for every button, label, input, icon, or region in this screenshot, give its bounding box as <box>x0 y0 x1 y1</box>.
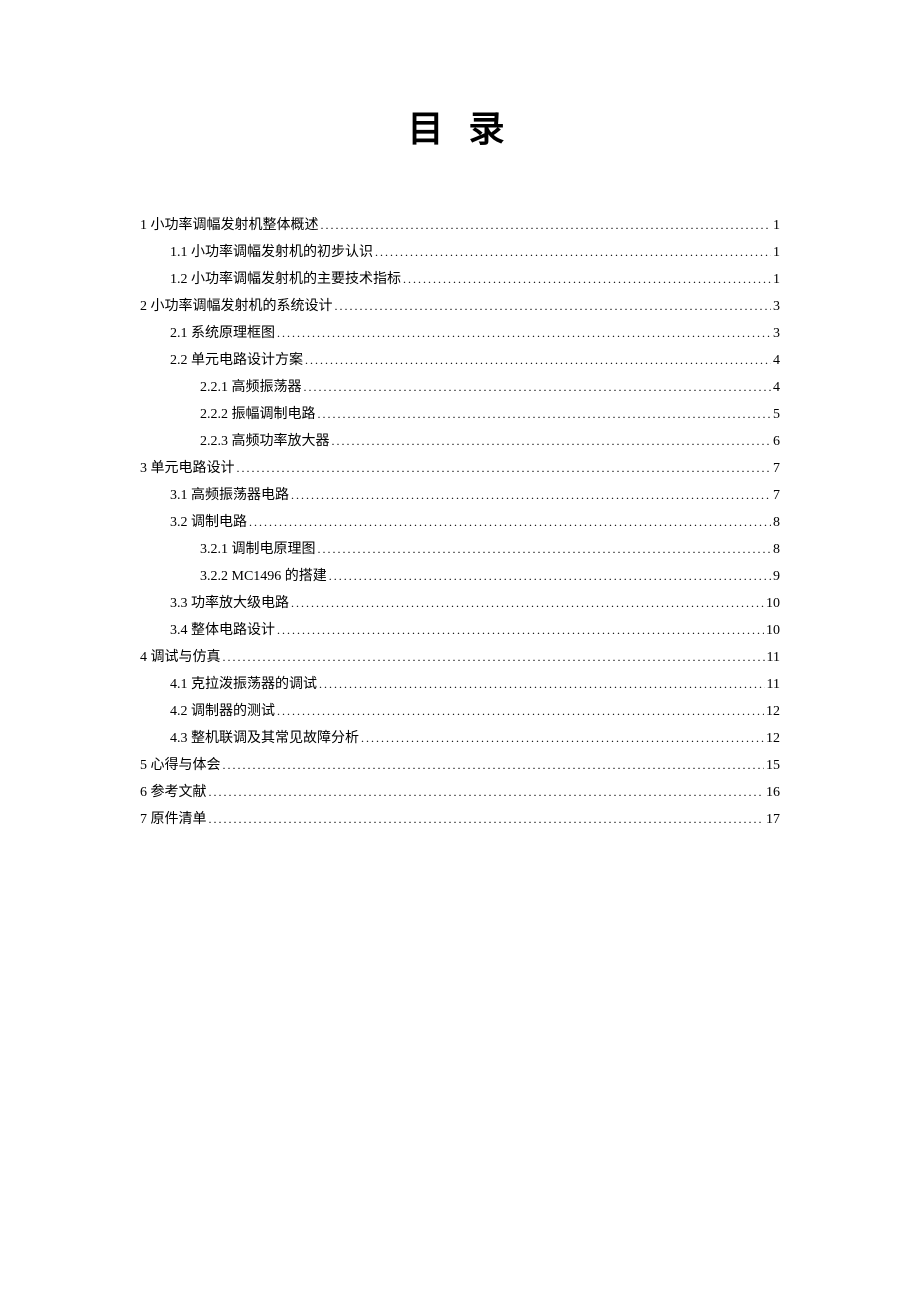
toc-leader-dots <box>277 698 764 724</box>
toc-entry: 3.2 调制电路 8 <box>140 509 780 536</box>
toc-entry-label: 3.2 调制电路 <box>170 510 247 536</box>
toc-leader-dots <box>209 806 765 832</box>
toc-entry: 2.2.1 高频振荡器 4 <box>140 374 780 401</box>
toc-entry-page: 4 <box>773 348 780 374</box>
toc-entry-page: 3 <box>773 321 780 347</box>
toc-leader-dots <box>305 347 771 373</box>
toc-leader-dots <box>375 239 771 265</box>
toc-entry-page: 5 <box>773 402 780 428</box>
toc-entry: 3.1 高频振荡器电路 7 <box>140 482 780 509</box>
toc-entry-page: 15 <box>766 753 780 779</box>
toc-entry-label: 1 小功率调幅发射机整体概述 <box>140 213 319 239</box>
toc-entry: 2.2 单元电路设计方案 4 <box>140 347 780 374</box>
toc-entry: 7 原件清单 17 <box>140 806 780 833</box>
toc-entry: 1.2 小功率调幅发射机的主要技术指标 1 <box>140 266 780 293</box>
toc-leader-dots <box>321 212 772 238</box>
toc-entry-label: 4.2 调制器的测试 <box>170 699 275 725</box>
toc-entry-page: 10 <box>766 618 780 644</box>
toc-entry-label: 3.3 功率放大级电路 <box>170 591 289 617</box>
toc-entry-page: 16 <box>766 780 780 806</box>
toc-leader-dots <box>318 536 772 562</box>
toc-entry: 2.2.3 高频功率放大器 6 <box>140 428 780 455</box>
toc-entry-label: 5 心得与体会 <box>140 753 221 779</box>
toc-entry-page: 12 <box>766 726 780 752</box>
toc-leader-dots <box>335 293 772 319</box>
toc-entry-label: 4.3 整机联调及其常见故障分析 <box>170 726 359 752</box>
toc-entry: 3.3 功率放大级电路 10 <box>140 590 780 617</box>
toc-leader-dots <box>249 509 771 535</box>
toc-leader-dots <box>329 563 771 589</box>
toc-leader-dots <box>304 374 772 400</box>
toc-entry-page: 17 <box>766 807 780 833</box>
toc-entry-page: 8 <box>773 510 780 536</box>
table-of-contents: 1 小功率调幅发射机整体概述11.1 小功率调幅发射机的初步认识11.2 小功率… <box>140 212 780 833</box>
toc-entry-label: 2.2.1 高频振荡器 <box>200 375 302 401</box>
toc-entry: 3.4 整体电路设计 10 <box>140 617 780 644</box>
toc-entry: 3.2.2 MC1496 的搭建 9 <box>140 563 780 590</box>
toc-leader-dots <box>277 320 771 346</box>
toc-entry-page: 9 <box>773 564 780 590</box>
toc-entry: 3.2.1 调制电原理图 8 <box>140 536 780 563</box>
toc-leader-dots <box>318 401 772 427</box>
toc-leader-dots <box>223 752 765 778</box>
toc-entry-label: 2.1 系统原理框图 <box>170 321 275 347</box>
toc-leader-dots <box>291 590 764 616</box>
toc-entry-label: 4 调试与仿真 <box>140 645 221 671</box>
toc-entry: 5 心得与体会 15 <box>140 752 780 779</box>
toc-entry: 1.1 小功率调幅发射机的初步认识 1 <box>140 239 780 266</box>
toc-entry-label: 1.2 小功率调幅发射机的主要技术指标 <box>170 267 401 293</box>
toc-entry-label: 7 原件清单 <box>140 807 207 833</box>
toc-leader-dots <box>332 428 772 454</box>
toc-leader-dots <box>277 617 764 643</box>
toc-entry-page: 4 <box>773 375 780 401</box>
toc-entry: 4.2 调制器的测试 12 <box>140 698 780 725</box>
toc-entry: 6 参考文献 16 <box>140 779 780 806</box>
toc-entry-label: 3.2.2 MC1496 的搭建 <box>200 564 327 590</box>
toc-entry-page: 1 <box>773 240 780 266</box>
toc-leader-dots <box>361 725 764 751</box>
toc-leader-dots <box>291 482 771 508</box>
toc-entry: 4 调试与仿真 11 <box>140 644 780 671</box>
toc-entry-page: 6 <box>773 429 780 455</box>
toc-entry-page: 12 <box>766 699 780 725</box>
page-title: 目 录 <box>140 100 780 152</box>
toc-leader-dots <box>403 266 771 292</box>
toc-entry-page: 11 <box>767 672 780 698</box>
toc-entry-label: 3.4 整体电路设计 <box>170 618 275 644</box>
toc-entry-label: 2 小功率调幅发射机的系统设计 <box>140 294 333 320</box>
toc-entry: 2.2.2 振幅调制电路 5 <box>140 401 780 428</box>
toc-entry-page: 7 <box>773 456 780 482</box>
toc-entry-page: 1 <box>773 213 780 239</box>
toc-leader-dots <box>209 779 765 805</box>
toc-entry-page: 1 <box>773 267 780 293</box>
toc-entry-page: 3 <box>773 294 780 320</box>
toc-entry-page: 10 <box>766 591 780 617</box>
toc-entry-label: 3.2.1 调制电原理图 <box>200 537 316 563</box>
toc-entry-label: 2.2.3 高频功率放大器 <box>200 429 330 455</box>
toc-entry-label: 6 参考文献 <box>140 780 207 806</box>
toc-entry-label: 3 单元电路设计 <box>140 456 235 482</box>
toc-entry-page: 8 <box>773 537 780 563</box>
toc-entry-label: 4.1 克拉泼振荡器的调试 <box>170 672 317 698</box>
toc-entry: 2.1 系统原理框图 3 <box>140 320 780 347</box>
toc-leader-dots <box>319 671 765 697</box>
toc-entry-label: 3.1 高频振荡器电路 <box>170 483 289 509</box>
toc-leader-dots <box>237 455 772 481</box>
toc-entry: 3 单元电路设计 7 <box>140 455 780 482</box>
toc-entry: 1 小功率调幅发射机整体概述 1 <box>140 212 780 239</box>
toc-entry-label: 2.2 单元电路设计方案 <box>170 348 303 374</box>
toc-entry-label: 1.1 小功率调幅发射机的初步认识 <box>170 240 373 266</box>
toc-entry-page: 7 <box>773 483 780 509</box>
toc-entry: 4.1 克拉泼振荡器的调试 11 <box>140 671 780 698</box>
toc-entry-page: 11 <box>767 645 780 671</box>
toc-entry: 4.3 整机联调及其常见故障分析 12 <box>140 725 780 752</box>
toc-entry: 2 小功率调幅发射机的系统设计 3 <box>140 293 780 320</box>
toc-leader-dots <box>223 644 765 670</box>
toc-entry-label: 2.2.2 振幅调制电路 <box>200 402 316 428</box>
